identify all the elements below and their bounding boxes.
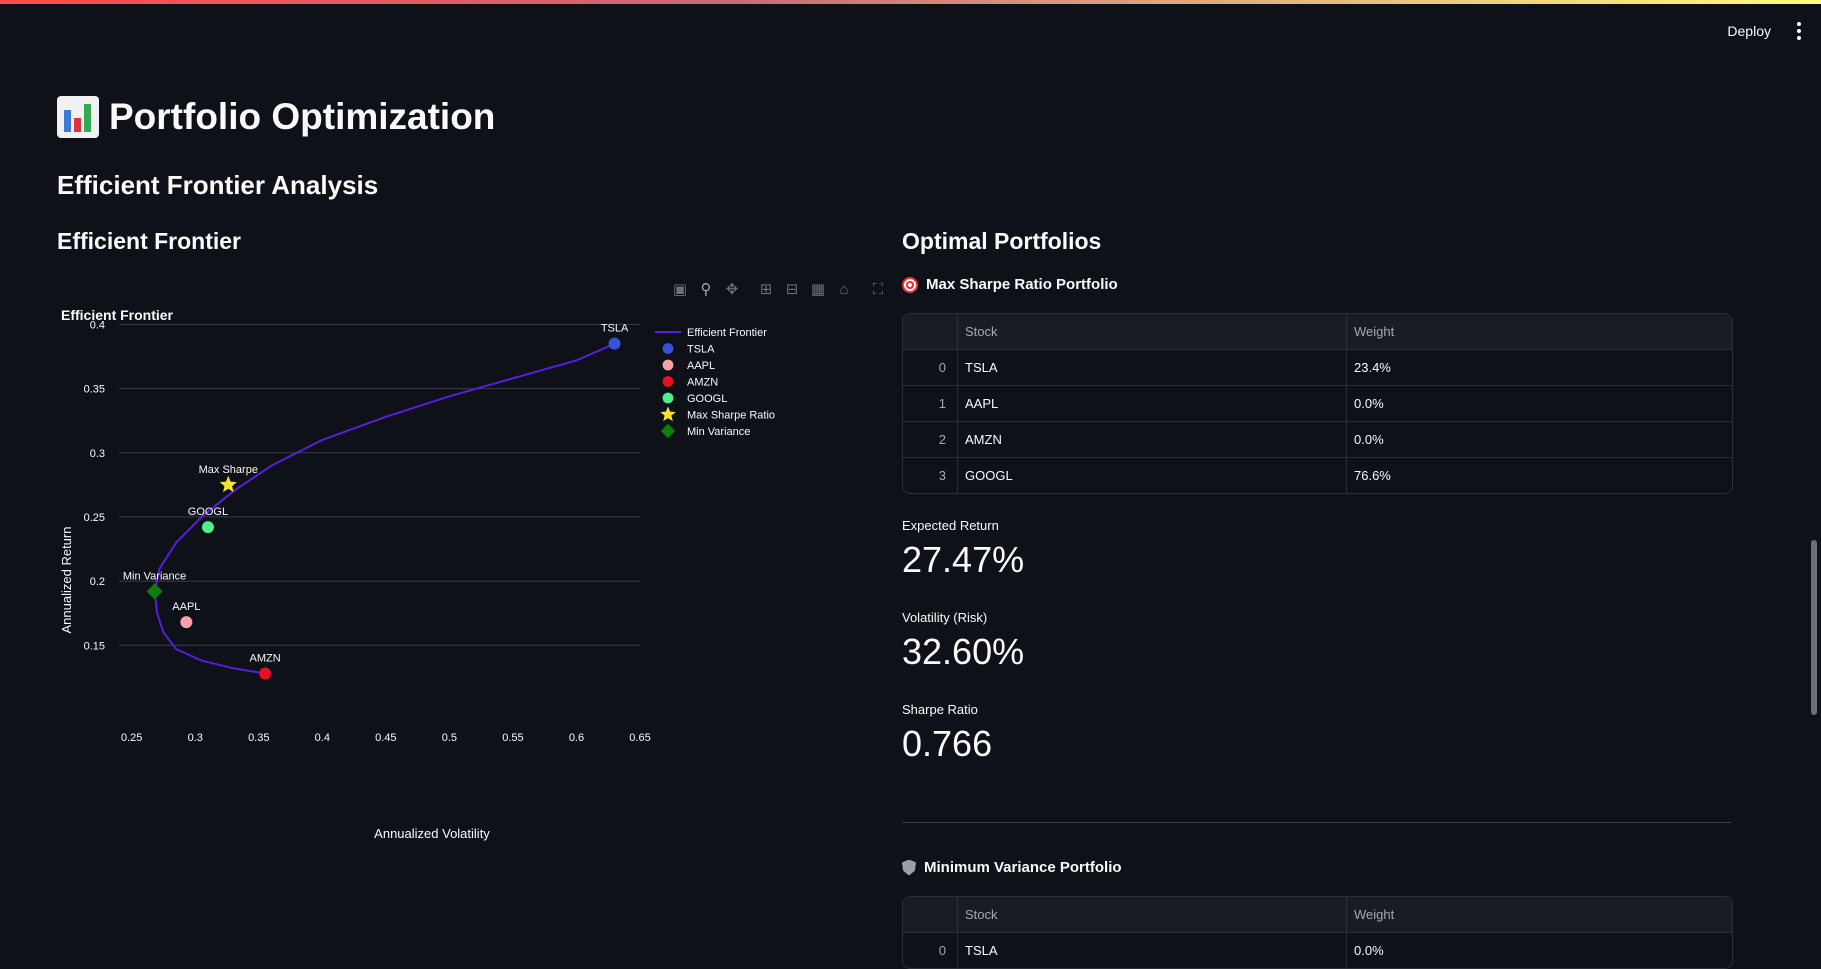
- point-label-min-variance: Min Variance: [123, 570, 186, 582]
- sharpe-ratio-label: Sharpe Ratio: [902, 702, 978, 717]
- x-tick-label: 0.4: [315, 732, 330, 744]
- point-tsla: [608, 337, 621, 350]
- efficient-frontier-chart[interactable]: Efficient Frontier 0.25 0.3 0.35 0.4 0.45 0.5…: [57, 300, 897, 860]
- pan-icon[interactable]: ✥: [724, 282, 740, 298]
- legend-label[interactable]: GOOGL: [687, 393, 727, 405]
- legend-label[interactable]: Max Sharpe Ratio: [687, 410, 775, 422]
- chart-modebar: ▣ ⚲ ✥ ⊞ ⊟ ▦ ⌂ ⛶: [672, 282, 886, 298]
- point-label-amzn: AMZN: [250, 652, 281, 664]
- table-header-row: Stock Weight: [903, 314, 1732, 350]
- autoscale-icon[interactable]: ▦: [810, 282, 826, 298]
- main-menu-icon[interactable]: [1797, 22, 1801, 40]
- x-axis-label: Annualized Volatility: [374, 826, 490, 841]
- legend-swatch: [662, 343, 674, 354]
- zoom-out-icon[interactable]: ⊟: [784, 282, 800, 298]
- left-heading: Efficient Frontier: [57, 228, 242, 254]
- legend-swatch: [660, 406, 676, 422]
- expected-return-value: 27.47%: [902, 539, 1025, 580]
- y-tick-label: 0.25: [84, 512, 105, 524]
- volatility-value: 32.60%: [902, 631, 1025, 672]
- top-decoration-bar: [0, 0, 1821, 4]
- x-tick-label: 0.6: [569, 732, 584, 744]
- legend-label[interactable]: TSLA: [687, 344, 715, 356]
- y-tick-label: 0.15: [84, 640, 105, 652]
- y-tick-label: 0.4: [90, 319, 105, 331]
- point-min-variance: [146, 583, 163, 600]
- x-tick-label: 0.45: [375, 732, 396, 744]
- y-tick-label: 0.2: [90, 576, 105, 588]
- max-sharpe-heading: Max Sharpe Ratio Portfolio: [902, 276, 1118, 293]
- volatility-label: Volatility (Risk): [902, 610, 988, 625]
- x-tick-label: 0.3: [188, 732, 203, 744]
- page-title: Portfolio Optimization: [57, 96, 495, 138]
- x-tick-label: 0.65: [629, 732, 650, 744]
- reset-axes-icon[interactable]: ⌂: [836, 282, 852, 298]
- x-tick-label: 0.55: [502, 732, 523, 744]
- max-sharpe-table[interactable]: Stock Weight 0 TSLA 23.4% 1 AAPL 0.0% 2 …: [902, 313, 1733, 494]
- sharpe-ratio-value: 0.766: [902, 723, 993, 764]
- table-row: 2 AMZN 0.0%: [903, 422, 1732, 458]
- y-tick-label: 0.3: [90, 448, 105, 460]
- target-icon: [902, 276, 918, 293]
- legend-label[interactable]: Min Variance: [687, 426, 750, 438]
- camera-icon[interactable]: ▣: [672, 282, 688, 298]
- table-row: 0 TSLA 0.0%: [903, 933, 1732, 968]
- table-row: 1 AAPL 0.0%: [903, 386, 1732, 422]
- legend-label[interactable]: AMZN: [687, 377, 718, 389]
- point-label-max-sharpe-ratio: Max Sharpe: [199, 464, 258, 476]
- point-googl: [201, 521, 214, 534]
- x-tick-label: 0.35: [248, 732, 269, 744]
- table-row: 3 GOOGL 76.6%: [903, 458, 1732, 493]
- point-label-googl: GOOGL: [188, 506, 228, 518]
- x-tick-label: 0.25: [121, 732, 142, 744]
- y-tick-label: 0.35: [84, 384, 105, 396]
- legend-swatch: [662, 359, 674, 371]
- legend-label[interactable]: Efficient Frontier: [687, 327, 767, 339]
- right-heading: Optimal Portfolios: [902, 228, 1102, 254]
- zoom-icon[interactable]: ⚲: [698, 282, 714, 298]
- point-label-tsla: TSLA: [601, 323, 629, 335]
- page-title-text: Portfolio Optimization: [109, 96, 496, 137]
- point-amzn: [259, 667, 272, 680]
- expected-return-label: Expected Return: [902, 518, 999, 533]
- table-header-row: Stock Weight: [903, 897, 1732, 933]
- point-aapl: [180, 616, 193, 629]
- section-divider: [902, 822, 1731, 823]
- table-row: 0 TSLA 23.4%: [903, 350, 1732, 386]
- min-variance-table[interactable]: Stock Weight 0 TSLA 0.0%: [902, 896, 1733, 969]
- bar-chart-icon: [57, 96, 99, 138]
- header-actions: Deploy: [1727, 22, 1801, 40]
- legend-swatch: [662, 392, 674, 404]
- legend-swatch: [662, 376, 674, 387]
- chart-title: Efficient Frontier: [61, 307, 174, 323]
- x-tick-label: 0.5: [442, 732, 457, 744]
- page-scrollbar[interactable]: [1811, 540, 1817, 715]
- section-title: Efficient Frontier Analysis: [57, 170, 379, 200]
- fullscreen-icon[interactable]: ⛶: [870, 282, 886, 298]
- deploy-button[interactable]: Deploy: [1727, 23, 1771, 39]
- shield-icon: [902, 859, 916, 876]
- legend-swatch: [660, 423, 676, 439]
- zoom-in-icon[interactable]: ⊞: [758, 282, 774, 298]
- legend-label[interactable]: AAPL: [687, 360, 715, 372]
- y-axis-label: Annualized Return: [59, 527, 74, 634]
- min-variance-heading: Minimum Variance Portfolio: [902, 859, 1122, 876]
- point-label-aapl: AAPL: [172, 601, 200, 613]
